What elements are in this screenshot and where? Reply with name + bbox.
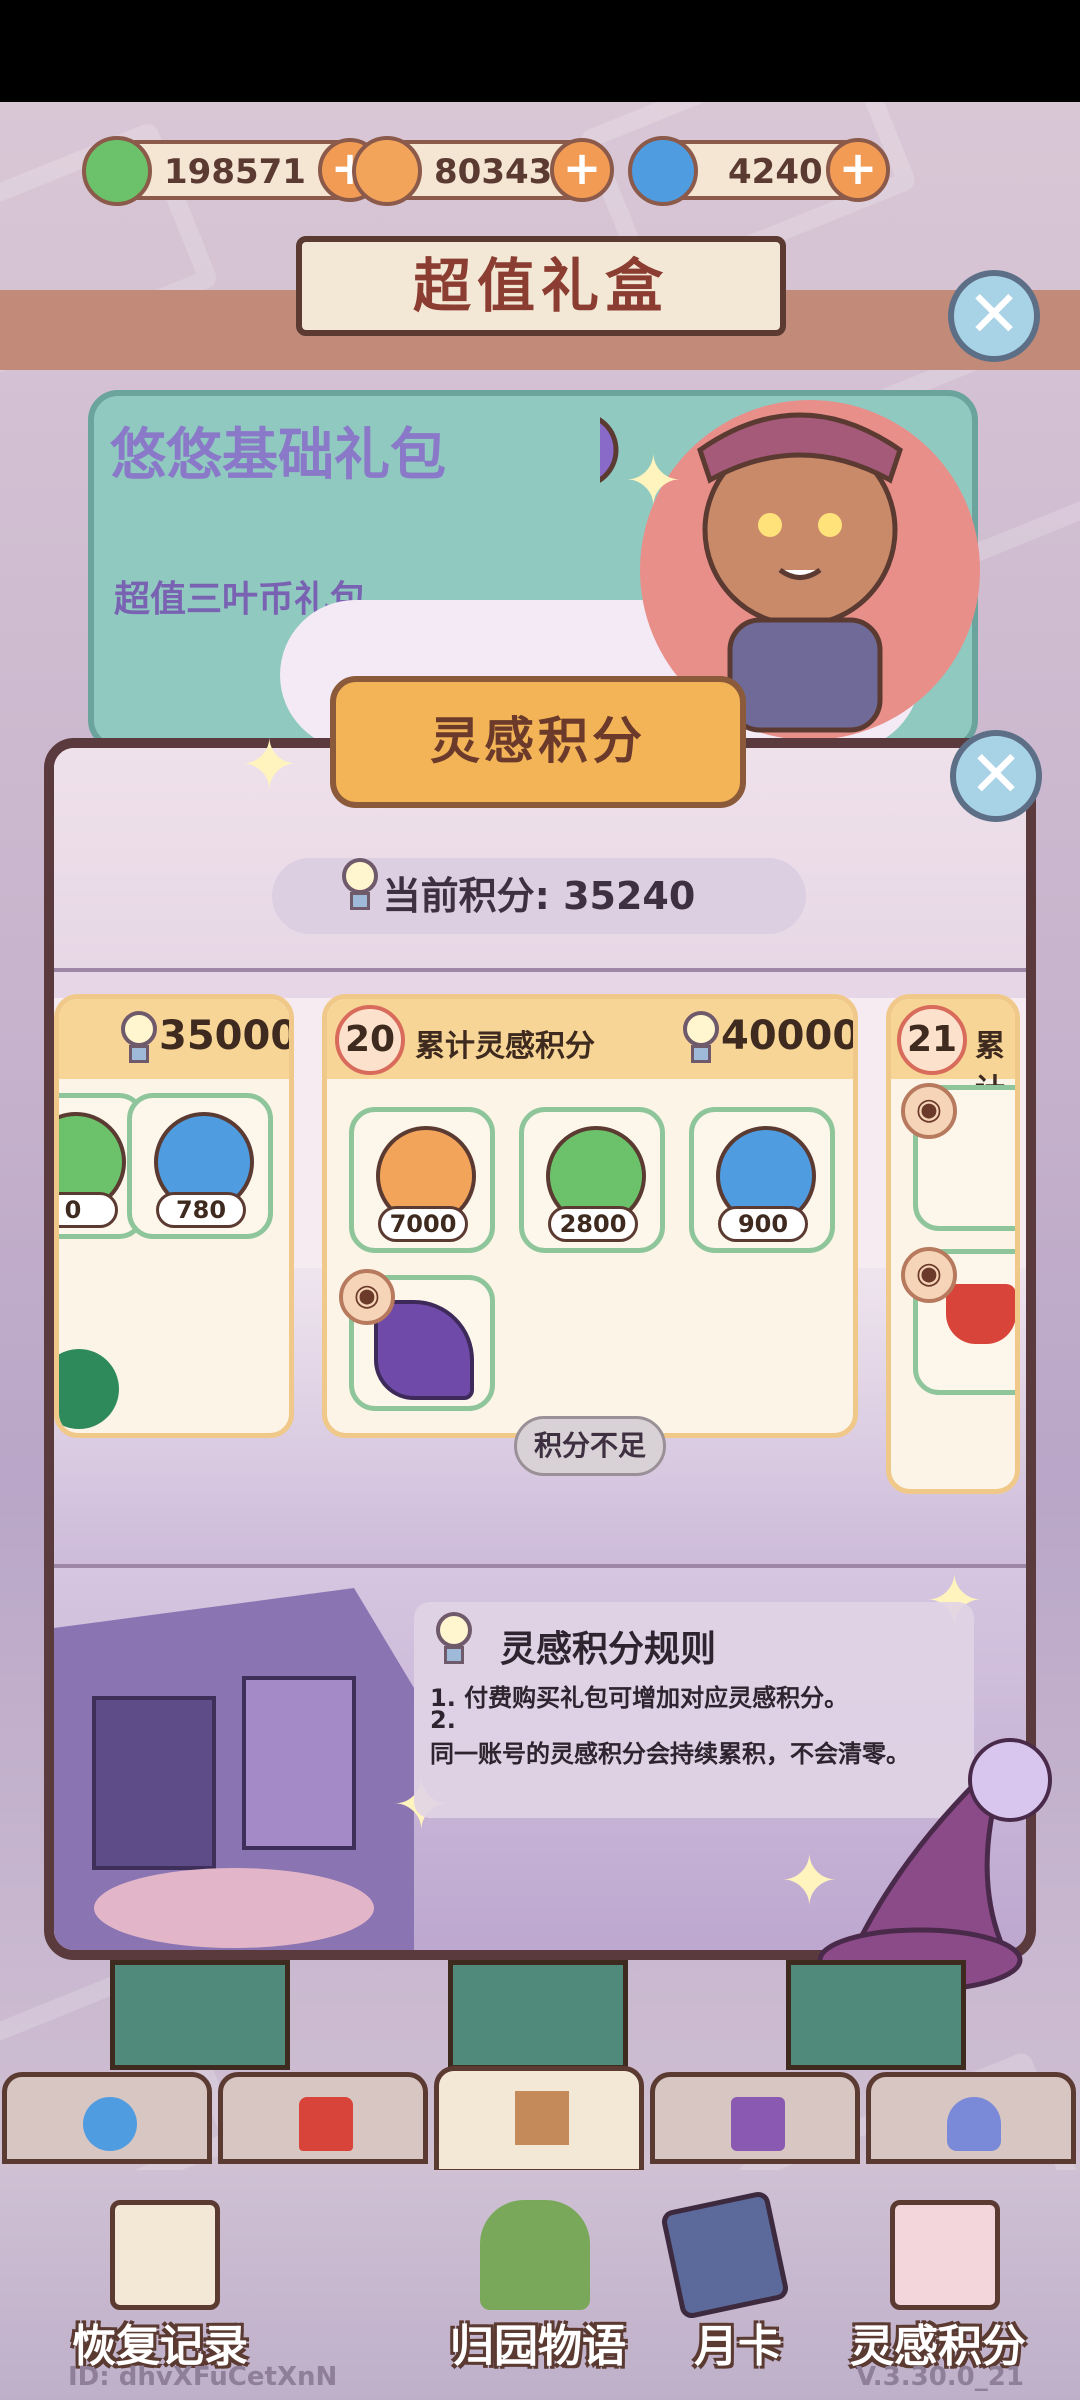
reward-item[interactable]: 2800 <box>519 1107 665 1253</box>
lightbulb-icon <box>338 858 382 914</box>
stamp-icon <box>59 1349 119 1429</box>
modal-title: 灵感积分 <box>330 676 746 808</box>
currency-pill-clover: 198571 + <box>82 136 382 206</box>
sparkle-icon: ✦ <box>240 724 299 806</box>
swirl-icon <box>83 2097 137 2151</box>
gift-box <box>448 1960 628 2070</box>
tier-level-badge: 21 <box>897 1005 967 1075</box>
close-shop-button[interactable]: ✕ <box>948 270 1040 362</box>
lightbulb-icon <box>679 1011 723 1067</box>
lightbulb-icon <box>432 1612 476 1668</box>
swirl-gem-icon <box>628 136 698 206</box>
add-swirl-button[interactable]: + <box>826 138 890 202</box>
rule-line: 2. <box>430 1706 456 1734</box>
reward-qty: 2800 <box>548 1206 638 1242</box>
cape-icon <box>374 1300 474 1400</box>
swirl-gem-value: 4240 <box>728 152 823 192</box>
user-id: ID: dhvXFuCetXnN <box>68 2362 338 2392</box>
tier-card-21: 21 累计 ◉ ◉ <box>886 994 1020 1494</box>
tier-label: 累计灵感积分 <box>415 1029 595 1064</box>
gift-box <box>110 1960 290 2070</box>
reward-qty: 900 <box>718 1206 808 1242</box>
lightbulb-icon <box>117 1011 161 1067</box>
eye-icon[interactable]: ◉ <box>901 1083 957 1139</box>
tab-clothing[interactable] <box>218 2072 428 2164</box>
nav-monthly-card[interactable]: 月卡 <box>694 2310 782 2374</box>
tier-card-20: 20 累计灵感积分 40000 7000 2800 900 ◉ <box>322 994 858 1438</box>
divider <box>54 1564 1026 1568</box>
people-icon <box>947 2097 1001 2151</box>
lightbulb-frame-icon[interactable] <box>890 2200 1000 2310</box>
clover-coin-value: 198571 <box>164 152 306 192</box>
reward-item[interactable]: 900 <box>689 1107 835 1253</box>
tab-gift[interactable] <box>434 2066 644 2174</box>
sparkle-icon: ✦ <box>624 440 683 522</box>
reward-item[interactable]: 7000 <box>349 1107 495 1253</box>
eye-icon[interactable]: ◉ <box>901 1247 957 1303</box>
reward-item[interactable]: 780 <box>127 1093 273 1239</box>
card-icon[interactable] <box>659 2189 791 2321</box>
tab-friends[interactable] <box>866 2072 1076 2164</box>
tab-furniture[interactable] <box>650 2072 860 2164</box>
cabinet-icon <box>731 2097 785 2151</box>
tier-card-previous: 35000 0 780 <box>54 994 294 1438</box>
gift-box <box>786 1960 966 2070</box>
tab-swirl[interactable] <box>2 2072 212 2164</box>
insufficient-points-button[interactable]: 积分不足 <box>514 1416 666 1476</box>
clipboard-icon[interactable] <box>110 2200 220 2310</box>
close-modal-button[interactable]: ✕ <box>950 730 1042 822</box>
tier-level-badge: 20 <box>335 1005 405 1075</box>
reward-qty: 7000 <box>378 1206 468 1242</box>
plant-icon[interactable] <box>480 2200 590 2310</box>
room-scene <box>54 1588 414 1950</box>
version-text: V.3.30.0_21 <box>856 2362 1024 2392</box>
crown-icon <box>946 1284 1015 1344</box>
reward-qty: 780 <box>156 1192 246 1228</box>
tier-threshold: 40000 <box>721 1013 858 1059</box>
rules-title: 灵感积分规则 <box>500 1629 717 1670</box>
gift-icon <box>515 2091 569 2145</box>
rule-line: 1. 付费购买礼包可增加对应灵感积分。 <box>430 1684 849 1712</box>
status-bar <box>0 0 1080 102</box>
currency-pill-swirl: 4240 + <box>628 136 890 206</box>
eye-icon[interactable]: ◉ <box>339 1269 395 1325</box>
add-trefoil-button[interactable]: + <box>550 138 614 202</box>
reward-qty: 0 <box>59 1192 118 1228</box>
trefoil-coin-icon <box>352 136 422 206</box>
nav-garden-story[interactable]: 归园物语 <box>450 2310 626 2374</box>
clover-coin-icon <box>82 136 152 206</box>
witch-hat-decoration <box>817 1738 1052 1993</box>
currency-pill-trefoil: 803437 + <box>352 136 614 206</box>
shirt-icon <box>299 2097 353 2151</box>
tier-threshold: 35000 <box>159 1013 294 1059</box>
page-title: 超值礼盒 <box>296 236 786 336</box>
divider <box>54 968 1026 972</box>
gift-card-title: 悠悠基础礼包 <box>110 423 446 488</box>
